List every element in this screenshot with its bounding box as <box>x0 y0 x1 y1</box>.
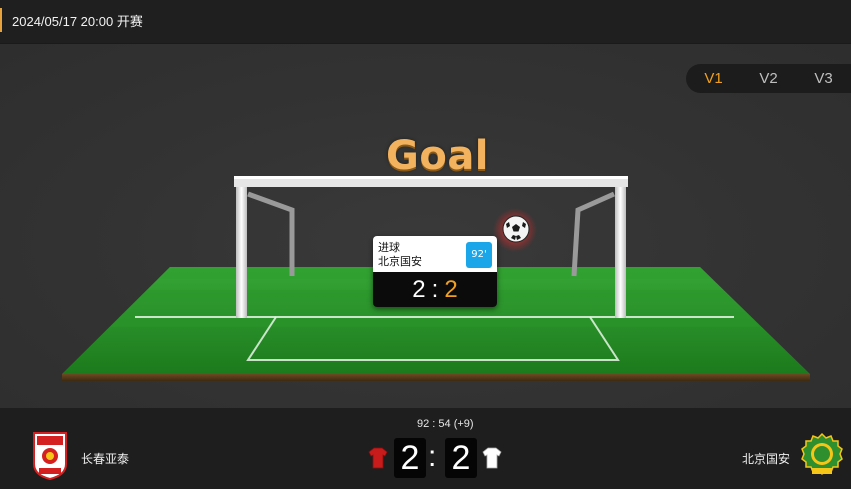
changchun-yatai-crest-icon <box>33 432 67 480</box>
event-team: 北京国安 <box>378 255 422 268</box>
away-shirt-icon <box>482 447 502 469</box>
score-colon: : <box>428 440 437 473</box>
header-bar: 2024/05/17 20:00 开赛 <box>0 0 851 44</box>
match-start-time: 2024/05/17 20:00 开赛 <box>12 14 143 29</box>
home-score: 2 <box>394 438 426 478</box>
soccer-ball-icon <box>502 215 530 243</box>
event-minute-badge: 92' <box>466 242 492 268</box>
event-info: 进球 北京国安 92' <box>373 236 497 272</box>
header-accent <box>0 8 2 32</box>
event-score: 2:2 <box>373 272 497 307</box>
goal-event-card: 进球 北京国安 92' 2:2 <box>373 236 497 307</box>
match-clock: 92 : 54 (+9) <box>417 418 474 430</box>
event-home-score: 2 <box>412 276 426 303</box>
goal-right-post <box>615 178 626 318</box>
away-team-name: 北京国安 <box>742 452 791 466</box>
view-switcher: V1 V2 V3 <box>686 64 851 93</box>
home-team-name: 长春亚泰 <box>81 452 130 466</box>
event-away-score: 2 <box>444 276 458 303</box>
tab-v2[interactable]: V2 <box>741 70 796 87</box>
tab-v3[interactable]: V3 <box>796 70 851 87</box>
event-score-colon: : <box>431 276 439 303</box>
goal-left-post <box>236 178 247 318</box>
pitch-illustration <box>62 176 810 381</box>
event-type: 进球 <box>378 241 400 254</box>
beijing-guoan-crest-icon <box>801 432 843 476</box>
tab-v1[interactable]: V1 <box>686 70 741 87</box>
away-score: 2 <box>445 438 477 478</box>
home-shirt-icon <box>368 447 388 469</box>
goal-title: Goal <box>386 133 490 179</box>
pitch-soil <box>62 374 810 381</box>
